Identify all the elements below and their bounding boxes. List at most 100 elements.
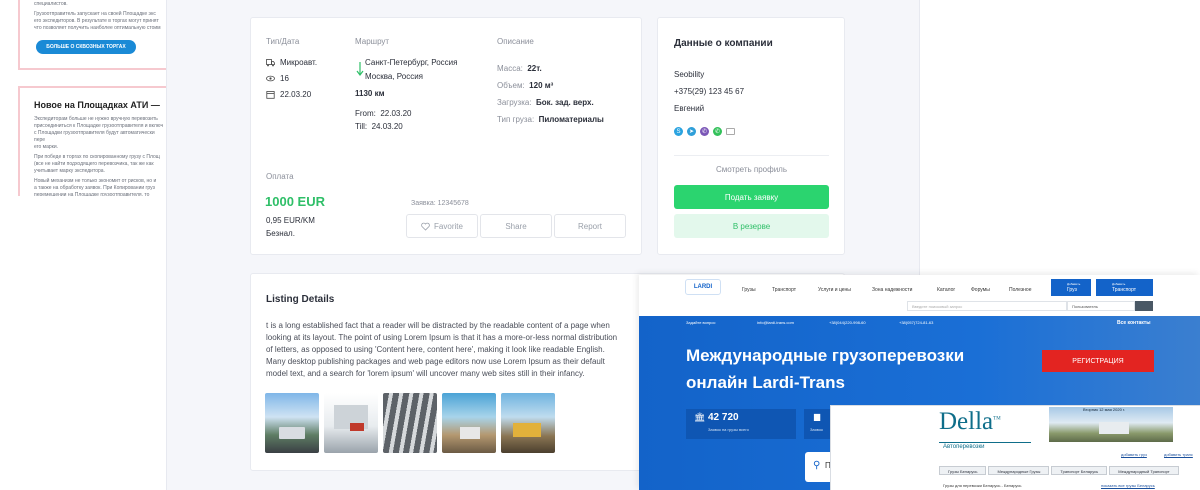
della-screenshot: DellaTM Автоперевозки Вторник 12 мая 202… (830, 405, 1200, 490)
email-icon[interactable] (726, 128, 735, 135)
della-tab[interactable]: Транспорт Беларусь (1051, 466, 1108, 475)
lardi-nav-reliability[interactable]: Зона надежности (872, 287, 912, 293)
volume-value: 120 м³ (529, 81, 554, 90)
lardi-stat-value: 42 720 (708, 412, 739, 423)
ati-text: учитывает марку экспедитора. (34, 168, 105, 174)
divider (674, 155, 829, 156)
listing-date: 22.03.20 (266, 90, 311, 99)
photo-thumbnail[interactable] (383, 393, 437, 453)
truck-icon: ▆ (814, 412, 821, 421)
heart-icon (421, 222, 430, 231)
reserve-button[interactable]: В резерве (674, 214, 829, 238)
ati-collage: специалистов. Грузоотправитель запускает… (0, 0, 180, 490)
date-text: 22.03.20 (280, 90, 312, 99)
lardi-add-transport-button[interactable]: Добавить Транспорт (1096, 279, 1153, 296)
lardi-hero-title-1: Международные грузоперевозки (686, 346, 965, 365)
column-route: Маршрут (355, 37, 390, 46)
ati-text: специалистов. (34, 1, 68, 7)
divider (939, 442, 1031, 443)
route-from: Санкт-Петербург, Россия (365, 58, 458, 67)
ati-text: его марки. (34, 144, 59, 150)
price-per-km: 0,95 EUR/KM (266, 216, 315, 225)
company-title: Данные о компании (674, 38, 773, 49)
della-add-cargo-link[interactable]: добавить груз (1121, 452, 1147, 457)
lardi-phone-1[interactable]: +38(044)220-998-60 (829, 320, 866, 325)
vehicle-type-text: Микроавт. (280, 58, 318, 67)
company-name: Seobility (674, 70, 705, 79)
lardi-nav-useful[interactable]: Полезное (1009, 287, 1031, 293)
lardi-all-contacts[interactable]: Все контакты (1117, 320, 1151, 326)
view-profile-button[interactable]: Смотреть профиль (674, 157, 829, 181)
lardi-logo[interactable]: LARDI (685, 279, 721, 295)
loading-label: Загрузка: (497, 98, 532, 107)
lardi-nav-transport[interactable]: Транспорт (772, 287, 796, 293)
lardi-add-cargo-button[interactable]: Добавить Груз (1051, 279, 1091, 296)
report-button[interactable]: Report (554, 214, 626, 238)
company-contact: Евгений (674, 104, 705, 113)
ati-text: присоединиться к Площадке грузоотправите… (34, 123, 164, 129)
ati-card-top: специалистов. Грузоотправитель запускает… (18, 0, 180, 70)
ati-text: Грузоотправитель запускает на своей Площ… (34, 11, 156, 17)
lardi-register-button[interactable]: РЕГИСТРАЦИЯ (1042, 350, 1154, 372)
lardi-stat-label: Заявок на грузы всего (708, 427, 749, 432)
cargo-row: Тип груза: Пиломатериалы (497, 109, 604, 127)
building-icon: 🏛 (694, 412, 706, 422)
mass-row: Масса: 22т. (497, 58, 542, 76)
lardi-search-input[interactable]: Введите поисковый запрос (907, 301, 1067, 311)
till-date: Till: 24.03.20 (355, 116, 403, 134)
more-trades-button[interactable]: БОЛЬШЕ О СКВОЗНЫХ ТОРГАХ (36, 40, 136, 54)
della-date: Вторник 12 мая 2020 г. (1083, 407, 1125, 412)
photo-thumbnail[interactable] (265, 393, 319, 453)
viber-icon[interactable]: ✆ (700, 127, 709, 136)
lardi-ask-link[interactable]: Задайте вопрос (686, 320, 715, 325)
details-title: Listing Details (266, 294, 335, 305)
lardi-user-select[interactable]: Пользователь (1067, 301, 1135, 311)
route-distance: 1130 км (355, 89, 385, 98)
ati-text: Новый механизм не только экономит от рис… (34, 178, 157, 184)
payment-label: Оплата (266, 172, 294, 181)
skype-icon[interactable]: S (674, 127, 683, 136)
della-tm: TM (993, 416, 1001, 422)
cargo-value: Пиломатериалы (538, 115, 604, 124)
della-logo-text: Della (939, 408, 994, 435)
photo-thumbnail[interactable] (442, 393, 496, 453)
della-tab[interactable]: Международные Грузы (988, 466, 1050, 475)
till-label: Till: (355, 122, 368, 131)
favorite-button[interactable]: Favorite (406, 214, 478, 238)
share-label: Share (505, 221, 527, 231)
della-section-title: Грузы для перевозки Беларусь - Беларусь (943, 483, 1022, 488)
ati-news-heading: Новое на Площадках АТИ — (34, 100, 160, 110)
lardi-stat-cargo: 🏛 42 720 Заявок на грузы всего (686, 409, 796, 439)
lardi-search-button[interactable] (1135, 301, 1153, 311)
lardi-phone-2[interactable]: +38(057)724-81-63 (899, 320, 933, 325)
listing-card: Тип/Дата Маршрут Описание Микроавт. 16 2… (250, 17, 642, 255)
lardi-nav-catalog[interactable]: Каталог (937, 287, 955, 293)
apply-button[interactable]: Подать заявку (674, 185, 829, 209)
photo-thumbnail[interactable] (501, 393, 555, 453)
lardi-nav-cargo[interactable]: Грузы (742, 287, 756, 293)
cargo-label: Тип груза: (497, 115, 535, 124)
lardi-nav-services[interactable]: Услуги и цены (818, 287, 851, 293)
lardi-email[interactable]: info@lardi-trans.com (757, 320, 794, 325)
telegram-icon[interactable]: ➤ (687, 127, 696, 136)
della-tab[interactable]: Международный Транспорт (1109, 466, 1179, 475)
price-value: 1000 EUR (265, 194, 325, 209)
lardi-add-cargo-label: Груз (1067, 287, 1077, 293)
ati-text: с Площадки грузоотправителя будут автома… (34, 130, 155, 143)
share-button[interactable]: Share (480, 214, 552, 238)
ati-text: что позволяет получить наиболее оптималь… (34, 25, 161, 31)
lardi-nav-forums[interactable]: Форумы (971, 287, 990, 293)
della-logo[interactable]: DellaTM (939, 408, 1001, 436)
whatsapp-icon[interactable]: ✆ (713, 127, 722, 136)
ati-text: При победе в торгах по скопированному гр… (34, 154, 160, 160)
della-tab[interactable]: Грузы Беларусь (939, 466, 987, 475)
ati-text: его экспедиторов. В результате в торгах … (34, 18, 159, 24)
photo-thumbnail[interactable] (324, 393, 378, 453)
della-show-all-link[interactable]: показать все грузы Беларусь (1101, 483, 1155, 488)
views-count: 16 (266, 74, 289, 83)
della-add-transport-link[interactable]: добавить транс (1164, 452, 1193, 457)
request-number: Заявка: 12345678 (411, 200, 469, 207)
ati-text: Экспедиторам больше не нужно вручную пер… (34, 116, 158, 122)
company-phone[interactable]: +375(29) 123 45 67 (674, 87, 744, 96)
della-banner: Вторник 12 мая 2020 г. (1049, 407, 1173, 442)
